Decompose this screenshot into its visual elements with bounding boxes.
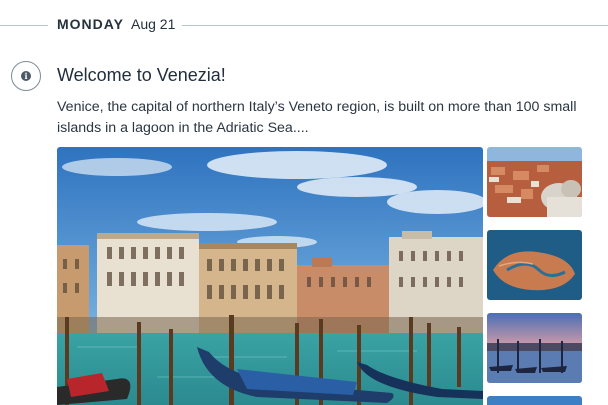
main-photo[interactable] [57,147,483,405]
divider-line [0,25,48,26]
day-label: MONDAY [57,16,124,32]
thumbnail-rooftops[interactable] [487,147,582,217]
thumbnail-aerial[interactable] [487,230,582,300]
thumbnail-gondolas-dusk[interactable] [487,313,582,383]
card-title: Welcome to Venezia! [57,65,226,85]
thumbnail-partial[interactable] [487,396,582,405]
card-description: Venice, the capital of northern Italy’s … [57,99,577,136]
divider-line [182,25,608,26]
date-label: Aug 21 [131,16,176,32]
day-header: MONDAY Aug 21 [0,14,608,36]
info-icon[interactable]: i [11,61,41,91]
